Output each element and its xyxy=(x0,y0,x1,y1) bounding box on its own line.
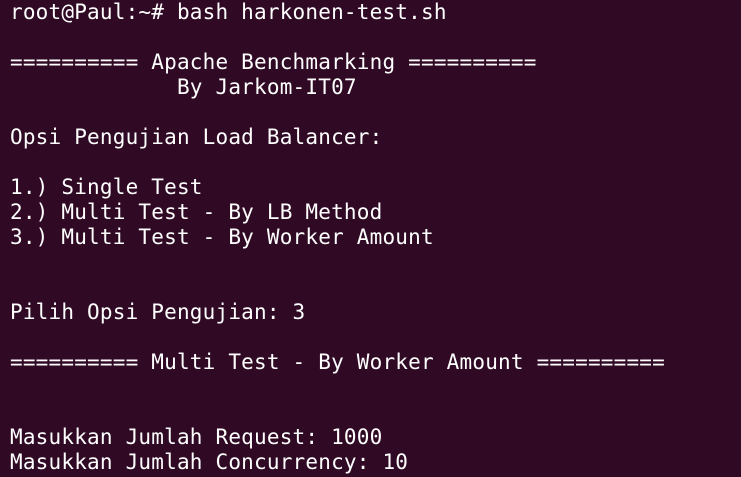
concurrency-prompt: Masukkan Jumlah Concurrency: 10 xyxy=(10,450,409,474)
menu-option-lb-method: 2.) Multi Test - By LB Method xyxy=(10,200,383,224)
menu-heading: Opsi Pengujian Load Balancer: xyxy=(10,125,383,149)
choice-prompt: Pilih Opsi Pengujian: 3 xyxy=(10,300,306,324)
command-text: bash harkonen-test.sh xyxy=(176,0,447,24)
banner-author: By Jarkom-IT07 xyxy=(10,75,357,99)
banner-title: ========== Apache Benchmarking =========… xyxy=(10,50,537,74)
request-prompt: Masukkan Jumlah Request: 1000 xyxy=(10,425,383,449)
terminal-window[interactable]: root@Paul:~# bash harkonen-test.sh =====… xyxy=(0,0,741,477)
shell-prompt: root@Paul:~# xyxy=(10,0,165,24)
section-title: ========== Multi Test - By Worker Amount… xyxy=(10,350,665,374)
menu-option-worker-amount: 3.) Multi Test - By Worker Amount xyxy=(10,225,434,249)
menu-option-single-test: 1.) Single Test xyxy=(10,175,203,199)
command-line: root@Paul:~# bash harkonen-test.sh xyxy=(10,0,447,25)
